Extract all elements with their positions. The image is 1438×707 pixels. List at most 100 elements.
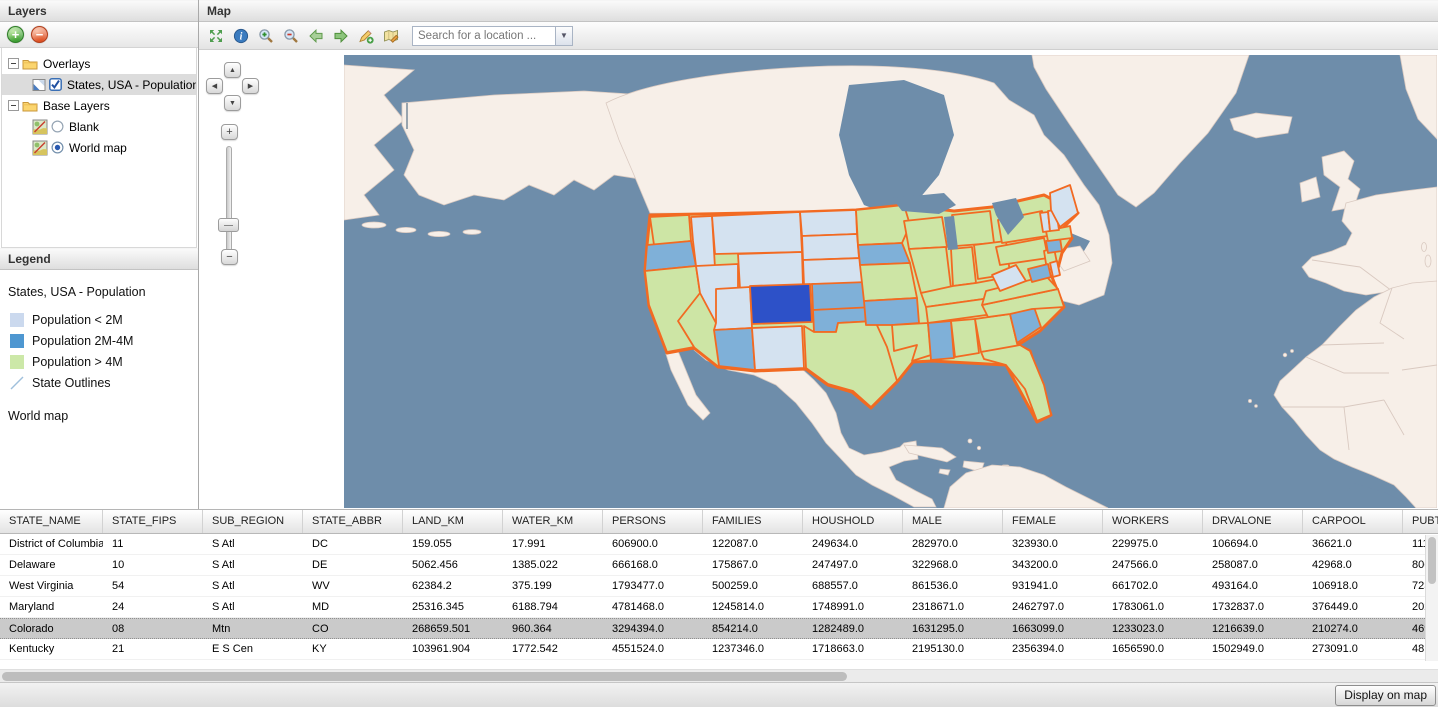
- pan-right-button[interactable]: ▶: [242, 78, 259, 94]
- state-MS[interactable]: [928, 321, 954, 360]
- state-WA[interactable]: [650, 215, 691, 245]
- state-MI[interactable]: [952, 211, 994, 246]
- table-row-wv[interactable]: West Virginia54S AtlWV62384.2375.1991793…: [0, 576, 1438, 597]
- state-SD[interactable]: [802, 234, 859, 260]
- pan-down-button[interactable]: ▼: [224, 95, 241, 111]
- table-row-co[interactable]: Colorado08MtnCO268659.501960.3643294394.…: [0, 618, 1438, 639]
- baselayer-radio[interactable]: [51, 120, 64, 133]
- state-KS[interactable]: [812, 282, 869, 310]
- state-IA[interactable]: [858, 243, 910, 265]
- zoom-out-button[interactable]: −: [221, 249, 238, 265]
- maximize-map-icon[interactable]: [206, 26, 226, 46]
- state-NE[interactable]: [803, 258, 865, 285]
- export-map-icon[interactable]: [381, 26, 401, 46]
- tree-node-worldmap-baselayer[interactable]: World map: [2, 137, 196, 158]
- table-row-ky[interactable]: Kentucky21E S CenKY103961.9041772.542455…: [0, 639, 1438, 660]
- column-header-pubtrans[interactable]: PUBTRANS: [1403, 510, 1438, 533]
- state-IN[interactable]: [951, 247, 976, 286]
- tree-node-states-layer[interactable]: States, USA - Population: [2, 74, 196, 95]
- previous-extent-icon[interactable]: [306, 26, 326, 46]
- table-cell: 282970.0: [903, 534, 1003, 554]
- table-cell: 493164.0: [1203, 576, 1303, 596]
- next-extent-icon[interactable]: [331, 26, 351, 46]
- vertical-scrollbar-thumb[interactable]: [1428, 537, 1436, 584]
- world-map[interactable]: [344, 55, 1437, 508]
- pan-left-button[interactable]: ◀: [206, 78, 223, 94]
- column-header-workers[interactable]: WORKERS: [1103, 510, 1203, 533]
- table-cell: 258087.0: [1203, 555, 1303, 575]
- zoom-slider-track[interactable]: [226, 146, 232, 254]
- state-MN[interactable]: [856, 205, 910, 245]
- collapse-icon[interactable]: [8, 58, 19, 69]
- state-WI[interactable]: [904, 217, 947, 249]
- zoom-out-icon[interactable]: [281, 26, 301, 46]
- zoom-in-button[interactable]: +: [221, 124, 238, 140]
- table-cell: 229975.0: [1103, 534, 1203, 554]
- baselayer-radio-selected[interactable]: [51, 141, 64, 154]
- state-UT[interactable]: [714, 287, 752, 330]
- vertical-scrollbar[interactable]: [1425, 535, 1438, 661]
- column-header-male[interactable]: MALE: [903, 510, 1003, 533]
- state-AZ[interactable]: [714, 328, 755, 370]
- state-AL[interactable]: [951, 319, 979, 357]
- table-cell: 1748991.0: [803, 597, 903, 617]
- map-viewport[interactable]: ▲ ◀ ▶ ▼ + −: [199, 50, 1438, 509]
- state-AR[interactable]: [864, 298, 919, 325]
- aleutian-islands: [463, 230, 481, 235]
- column-header-carpool[interactable]: CARPOOL: [1303, 510, 1403, 533]
- state-MT[interactable]: [712, 212, 802, 254]
- column-header-land_km[interactable]: LAND_KM: [403, 510, 503, 533]
- table-cell: CO: [303, 619, 403, 638]
- collapse-icon[interactable]: [8, 100, 19, 111]
- tree-node-overlays[interactable]: Overlays: [2, 53, 196, 74]
- column-header-state_name[interactable]: STATE_NAME: [0, 510, 103, 533]
- legend-swatch-mid: [10, 334, 24, 348]
- horizontal-scrollbar-thumb[interactable]: [2, 672, 847, 681]
- state-MO[interactable]: [860, 263, 917, 301]
- add-feature-icon[interactable]: [356, 26, 376, 46]
- column-header-persons[interactable]: PERSONS: [603, 510, 703, 533]
- pan-up-button[interactable]: ▲: [224, 62, 241, 78]
- bahamas: [977, 446, 980, 449]
- table-row-dc[interactable]: District of Columbia11S AtlDC159.05517.9…: [0, 534, 1438, 555]
- column-header-state_fips[interactable]: STATE_FIPS: [103, 510, 203, 533]
- remove-layer-button[interactable]: −: [31, 26, 48, 43]
- column-header-sub_region[interactable]: SUB_REGION: [203, 510, 303, 533]
- horizontal-scrollbar[interactable]: [0, 669, 1438, 682]
- tree-node-label: Base Layers: [41, 99, 110, 113]
- column-header-state_abbr[interactable]: STATE_ABBR: [303, 510, 403, 533]
- cape-verde: [1255, 405, 1258, 408]
- column-header-female[interactable]: FEMALE: [1003, 510, 1103, 533]
- add-layer-button[interactable]: +: [7, 26, 24, 43]
- column-header-houshold[interactable]: HOUSHOLD: [803, 510, 903, 533]
- state-WY[interactable]: [738, 252, 803, 289]
- identify-feature-icon[interactable]: i: [231, 26, 251, 46]
- table-cell: 1793477.0: [603, 576, 703, 596]
- location-search-combo: ▼: [412, 26, 573, 46]
- tree-node-base-layers[interactable]: Base Layers: [2, 95, 196, 116]
- map-navigation-control: ▲ ◀ ▶ ▼ + −: [203, 58, 259, 273]
- zoom-in-icon[interactable]: [256, 26, 276, 46]
- state-ND[interactable]: [800, 210, 857, 236]
- table-cell: S Atl: [203, 555, 303, 575]
- layer-visibility-checkbox[interactable]: [49, 78, 62, 91]
- state-CO[interactable]: [750, 284, 812, 324]
- table-row-md[interactable]: Maryland24S AtlMD25316.3456188.794478146…: [0, 597, 1438, 618]
- table-row-de[interactable]: Delaware10S AtlDE5062.4561385.022666168.…: [0, 555, 1438, 576]
- column-header-families[interactable]: FAMILIES: [703, 510, 803, 533]
- table-cell: Maryland: [0, 597, 103, 617]
- table-cell: West Virginia: [0, 576, 103, 596]
- chevron-down-icon[interactable]: ▼: [555, 26, 573, 46]
- zoom-slider-handle[interactable]: [218, 218, 239, 232]
- table-cell: 11: [103, 534, 203, 554]
- table-cell: 36621.0: [1303, 534, 1403, 554]
- search-input[interactable]: [412, 26, 555, 46]
- column-header-water_km[interactable]: WATER_KM: [503, 510, 603, 533]
- state-ID[interactable]: [691, 216, 715, 268]
- display-on-map-button[interactable]: Display on map: [1335, 685, 1436, 706]
- layers-tree: Overlays States, USA - Population Base L…: [1, 48, 197, 248]
- table-cell: S Atl: [203, 597, 303, 617]
- tree-node-blank-baselayer[interactable]: Blank: [2, 116, 196, 137]
- column-header-drvalone[interactable]: DRVALONE: [1203, 510, 1303, 533]
- state-NM[interactable]: [752, 326, 804, 370]
